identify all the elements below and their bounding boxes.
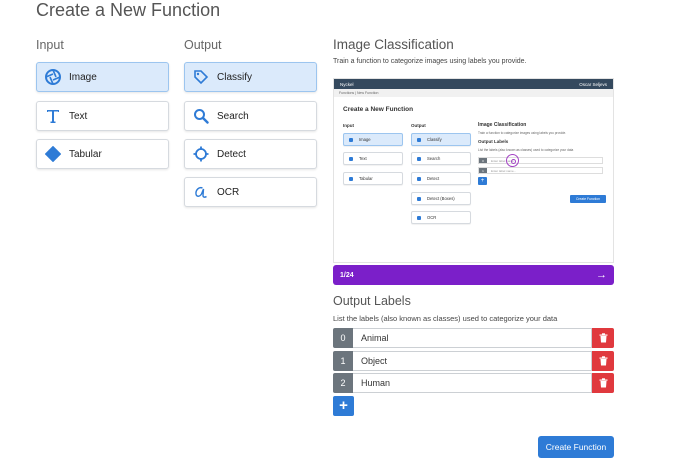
output-option-label: OCR [217, 186, 240, 198]
next-arrow-icon[interactable]: → [596, 269, 607, 281]
click-indicator-icon [506, 154, 519, 167]
preview-title: Create a New Function [343, 106, 414, 113]
preview-input-option: Tabular [343, 172, 403, 185]
output-option-search[interactable]: Search [184, 101, 317, 131]
preview-row-placeholder: Enter label name... [491, 168, 517, 173]
preview-row-number: 0 [479, 158, 487, 163]
preview-section-desc: Train a function to categorize images us… [478, 131, 567, 135]
delete-label-button[interactable] [592, 373, 614, 393]
preview-labels-title: Output Labels [478, 139, 509, 144]
preview-navbar: Nyckel Oscar Seljevs [334, 79, 613, 89]
preview-row-number: 1 [479, 168, 487, 173]
preview-section-title: Image Classification [478, 122, 527, 128]
preview-label-row: 0 Enter label name [478, 157, 603, 164]
preview-output-option: Detect [411, 172, 471, 185]
preview-user: Oscar Seljevs [579, 81, 607, 87]
preview-input-option: Image [343, 133, 403, 146]
preview-create-button: Create Function [570, 195, 606, 203]
output-option-label: Classify [217, 71, 253, 83]
section-title: Image Classification [333, 37, 454, 52]
input-option-image[interactable]: Image [36, 62, 169, 92]
input-option-tabular[interactable]: Tabular [36, 139, 169, 169]
tabular-icon [44, 145, 62, 163]
trash-icon [599, 356, 607, 366]
labels-title: Output Labels [333, 294, 411, 308]
delete-label-button[interactable] [592, 351, 614, 371]
input-option-text[interactable]: Text [36, 101, 169, 131]
preview-output-option: Detect (Boxes) [411, 192, 471, 205]
preview-output-option: Search [411, 152, 471, 165]
output-option-ocr[interactable]: OCR [184, 177, 317, 207]
add-label-button[interactable]: + [333, 396, 354, 416]
input-option-label: Tabular [69, 148, 102, 160]
input-option-label: Text [69, 110, 88, 122]
label-number: 2 [333, 373, 353, 393]
trash-icon [599, 378, 607, 388]
labels-description: List the labels (also known as classes) … [333, 314, 558, 323]
output-option-label: Search [217, 110, 249, 122]
section-description: Train a function to categorize images us… [333, 58, 527, 65]
trash-icon [599, 333, 607, 343]
input-option-label: Image [69, 71, 97, 83]
preview-output-option: Classify [411, 133, 471, 146]
tutorial-progress-bar[interactable]: 1/24 → [333, 265, 614, 285]
label-row: 0 [333, 328, 614, 348]
preview-labels-desc: List the labels (also known as classes) … [478, 148, 574, 152]
label-number: 1 [333, 351, 353, 371]
create-function-button[interactable]: Create Function [538, 436, 614, 458]
label-input[interactable] [353, 351, 592, 371]
preview-breadcrumb: Functions | New Function [334, 89, 613, 97]
label-row: 2 [333, 373, 614, 393]
preview-output-label: Output [411, 123, 426, 128]
output-option-classify[interactable]: Classify [184, 62, 317, 92]
output-column-label: Output [184, 38, 222, 52]
tag-icon [192, 68, 210, 86]
progress-count: 1/24 [340, 271, 354, 279]
ocr-icon [192, 183, 210, 201]
preview-label-row: 1 Enter label name... [478, 167, 603, 174]
input-column-label: Input [36, 38, 64, 52]
search-icon [192, 107, 210, 125]
preview-add-icon: + [478, 177, 487, 185]
label-row: 1 [333, 351, 614, 371]
preview-input-label: Input [343, 123, 354, 128]
preview-input-option: Text [343, 152, 403, 165]
output-option-detect[interactable]: Detect [184, 139, 317, 169]
label-input[interactable] [353, 373, 592, 393]
label-input[interactable] [353, 328, 592, 348]
page-title: Create a New Function [36, 0, 221, 20]
aperture-icon [44, 68, 62, 86]
tutorial-preview: Nyckel Oscar Seljevs Functions | New Fun… [333, 78, 614, 263]
text-icon [44, 107, 62, 125]
preview-brand: Nyckel [340, 81, 354, 87]
delete-label-button[interactable] [592, 328, 614, 348]
output-option-label: Detect [217, 148, 246, 160]
preview-output-option: OCR [411, 211, 471, 224]
detect-icon [192, 145, 210, 163]
label-number: 0 [333, 328, 353, 348]
